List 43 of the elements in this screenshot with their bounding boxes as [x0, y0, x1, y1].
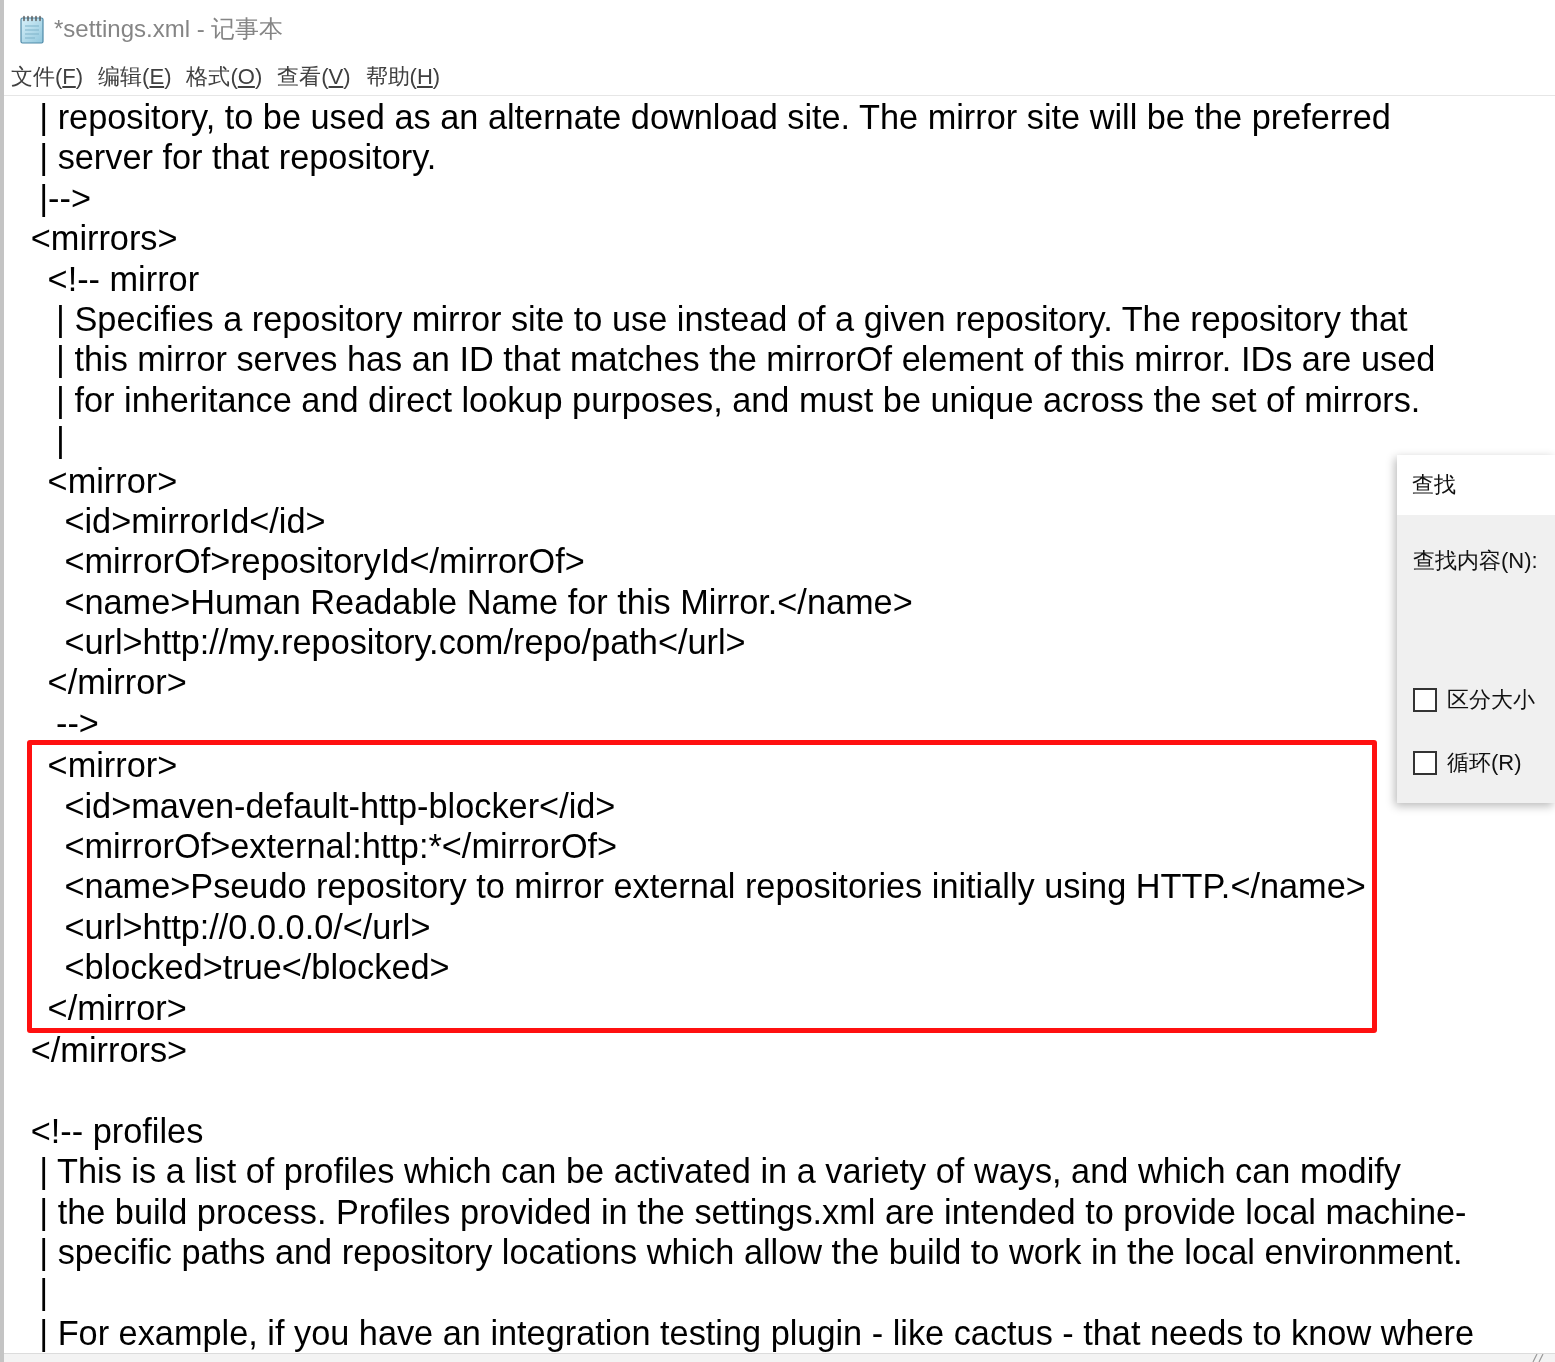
- checkbox[interactable]: [1413, 751, 1437, 775]
- dialog-title: 查找: [1412, 471, 1456, 499]
- window-title: *settings.xml - 记事本: [54, 14, 284, 44]
- text-line: <mirrors>: [30, 221, 178, 256]
- text-line: | For example, if you have an integration testing plugin - like cactus - that needs to know where: [39, 1315, 1475, 1350]
- text-line: <url>http://0.0.0.0/</url>: [64, 909, 431, 944]
- text-line: -->: [56, 705, 99, 740]
- text-line: |: [39, 1275, 49, 1310]
- text-line: |: [56, 423, 65, 458]
- text-line: </mirrors>: [30, 1033, 188, 1067]
- text-line: | server for that repository.: [39, 140, 437, 175]
- menu-item[interactable]: 格式(O): [186, 61, 263, 92]
- text-line: <url>http://my.repository.com/repo/path</url>: [64, 625, 746, 660]
- field-label: 查找内容(N):: [1413, 547, 1538, 575]
- text-line: <blocked>true</blocked>: [64, 950, 450, 985]
- text-line: <id>maven-default-http-blocker</id>: [64, 788, 616, 823]
- menu-item[interactable]: 文件(F): [11, 61, 84, 92]
- text-line: |-->: [39, 180, 91, 215]
- text-line: <mirrorOf>external:http:*</mirrorOf>: [64, 829, 618, 864]
- text-line: <id>mirrorId</id>: [64, 503, 326, 538]
- menu-item[interactable]: 帮助(H): [365, 61, 441, 92]
- text-line: | specific paths and repository locations which allow the build to work in the local environment.: [39, 1234, 1463, 1269]
- text-line: | This is a list of profiles which can be activated in a variety of ways, and which can modify: [39, 1154, 1401, 1189]
- text-line: | Specifies a repository mirror site to use instead of a given repository. The repository that: [56, 301, 1408, 336]
- text-line: </mirror>: [47, 665, 187, 700]
- text-line: </mirror>: [47, 990, 187, 1025]
- resize-grip-icon: [1531, 1354, 1545, 1362]
- text-line: <mirrorOf>repositoryId</mirrorOf>: [64, 544, 585, 579]
- text-line: <mirror>: [47, 463, 178, 498]
- text-line: <!-- profiles: [30, 1113, 204, 1148]
- text-line: <name>Pseudo repository to mirror external repositories initially using HTTP.</name>: [64, 869, 1366, 904]
- menu-item[interactable]: 编辑(E): [98, 61, 172, 92]
- checkbox-label[interactable]: 循环(R): [1447, 748, 1522, 778]
- text-line: | this mirror serves has an ID that matches the mirrorOf element of this mirror. IDs are used: [56, 342, 1436, 377]
- text-line: <mirror>: [47, 748, 178, 783]
- text-line: <!-- mirror: [47, 261, 200, 296]
- checkbox-label[interactable]: 区分大小: [1447, 685, 1535, 715]
- checkbox[interactable]: [1413, 688, 1437, 712]
- menu-item[interactable]: 查看(V): [277, 61, 351, 92]
- text-line: | the build process. Profiles provided in the settings.xml are intended to provide local machine-: [39, 1194, 1467, 1229]
- text-line: | repository, to be used as an alternate download site. The mirror site will be the preferred: [39, 100, 1391, 134]
- text-line: <name>Human Readable Name for this Mirror.</name>: [64, 584, 913, 619]
- text-line: | for inheritance and direct lookup purposes, and must be unique across the set of mirrors.: [56, 382, 1421, 417]
